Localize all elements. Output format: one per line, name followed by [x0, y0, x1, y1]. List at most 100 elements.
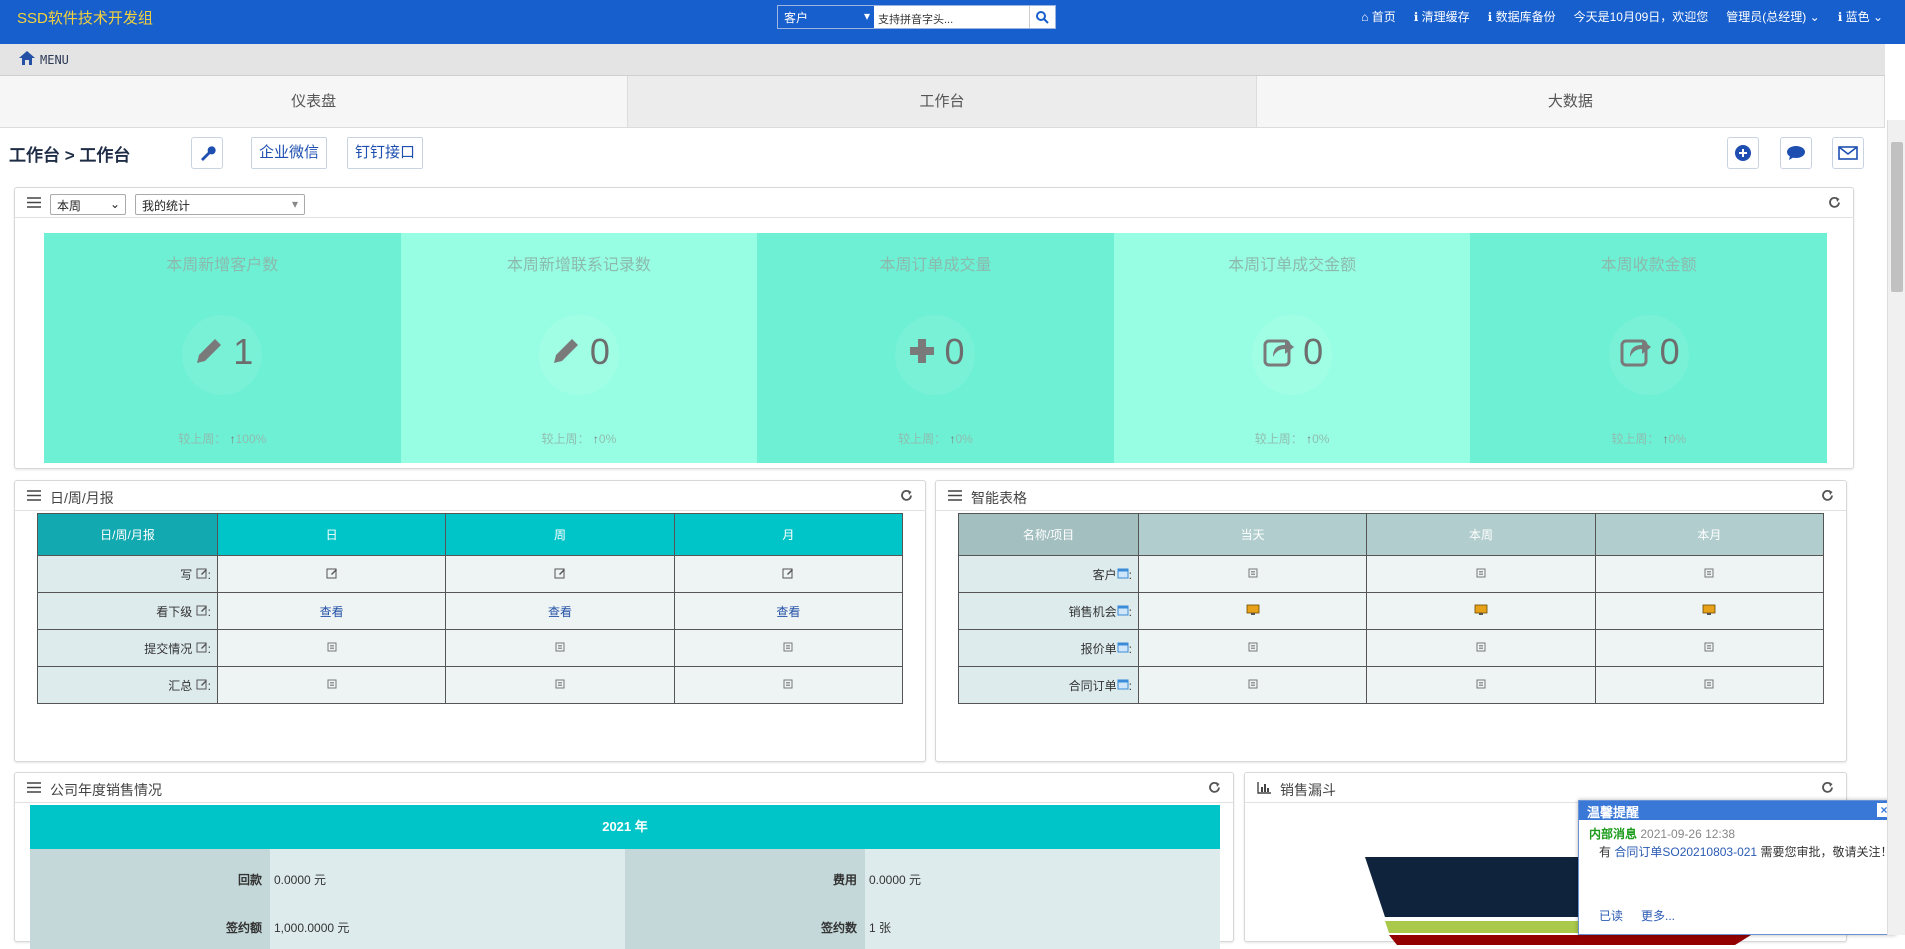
report-panel-header: 日/周/月报 — [15, 481, 925, 511]
stat-value-row: 0 — [757, 331, 1114, 373]
calendar-icon — [1117, 605, 1129, 619]
stat-value: 0 — [589, 331, 610, 372]
home-icon[interactable] — [18, 50, 36, 69]
add-button[interactable] — [1727, 137, 1759, 169]
search-type-select[interactable]: 客户 — [778, 6, 874, 28]
refresh-icon[interactable] — [900, 489, 913, 502]
stat-compare: 较上周： ↑0% — [401, 430, 758, 447]
column-header: 名称/项目 — [958, 513, 1139, 556]
menu-icon[interactable] — [948, 490, 962, 501]
stat-change: 0% — [1312, 432, 1330, 446]
document-icon[interactable] — [1704, 678, 1714, 692]
monitor-icon[interactable] — [1246, 604, 1260, 619]
menu-icon[interactable] — [27, 782, 41, 793]
stat-change: 0% — [1668, 432, 1687, 446]
edit-icon[interactable] — [782, 568, 794, 582]
refresh-icon[interactable] — [1821, 489, 1834, 502]
sales-panel: 公司年度销售情况 2021 年 回款 0.0000 元 费用 0.0000 元 … — [14, 772, 1234, 949]
column-header: 日 — [216, 513, 447, 556]
menu-icon[interactable] — [27, 490, 41, 501]
document-icon[interactable] — [783, 641, 793, 655]
home-icon: ⌂ — [1361, 10, 1372, 24]
refresh-icon[interactable] — [1821, 781, 1834, 794]
document-icon[interactable] — [1704, 567, 1714, 581]
document-icon[interactable] — [327, 678, 337, 692]
smart-panel-header: 智能表格 — [936, 481, 1846, 511]
nav-clear-cache[interactable]: ℹ 清理缓存 — [1414, 8, 1470, 25]
view-link[interactable]: 查看 — [548, 605, 572, 619]
sales-summary: 2021 年 回款 0.0000 元 费用 0.0000 元 签约额 1,000… — [30, 805, 1220, 949]
stat-title: 本周订单成交金额 — [1228, 257, 1357, 274]
caret-down-icon: ▾ — [291, 197, 298, 211]
menu-bar: MENU — [0, 44, 1885, 76]
table-cell: 查看 — [673, 592, 904, 630]
monitor-icon[interactable] — [1702, 604, 1716, 619]
stat-value-row: 0 — [401, 331, 758, 373]
refresh-icon[interactable] — [1208, 781, 1221, 794]
table-cell — [1366, 555, 1596, 593]
more-link[interactable]: 更多... — [1641, 907, 1675, 924]
sales-value: 0.0000 元 — [274, 873, 327, 887]
mail-button[interactable] — [1832, 137, 1864, 169]
row-label: 汇总 : — [37, 666, 218, 704]
mark-read-link[interactable]: 已读 — [1599, 907, 1623, 924]
settings-button[interactable] — [191, 137, 223, 169]
stat-compare-label: 较上周： — [1254, 432, 1303, 446]
view-link[interactable]: 查看 — [320, 605, 344, 619]
edit-icon[interactable] — [326, 568, 338, 582]
monitor-icon[interactable] — [1474, 604, 1488, 619]
document-icon[interactable] — [1476, 641, 1486, 655]
scrollbar-thumb[interactable] — [1891, 142, 1903, 292]
arrow-up-icon: ↑ — [226, 432, 236, 446]
table-row: 写 : — [37, 555, 904, 593]
table-cell — [445, 666, 675, 704]
nav-db-backup[interactable]: ℹ 数据库备份 — [1488, 8, 1556, 25]
document-icon[interactable] — [1248, 567, 1258, 581]
nav-home[interactable]: ⌂ 首页 — [1361, 8, 1396, 25]
refresh-icon[interactable] — [1828, 196, 1841, 209]
plus-icon — [906, 335, 938, 370]
view-link[interactable]: 查看 — [776, 605, 800, 619]
document-icon[interactable] — [555, 678, 565, 692]
page-scrollbar[interactable] — [1887, 120, 1905, 935]
period-select[interactable]: 本周 ⌄ — [50, 194, 126, 215]
document-icon[interactable] — [1476, 567, 1486, 581]
table-row: 合同订单: — [958, 666, 1825, 704]
menu-icon[interactable] — [27, 197, 41, 208]
top-bar: SSD软件技术开发组 客户 支持拼音字头... ⌂ 首页 ℹ 清理缓存 ℹ 数据… — [0, 0, 1905, 44]
pencil-icon — [548, 333, 584, 372]
document-icon[interactable] — [1248, 641, 1258, 655]
tab-bigdata[interactable]: 大数据 — [1256, 76, 1885, 127]
document-icon[interactable] — [327, 641, 337, 655]
document-icon[interactable] — [1476, 678, 1486, 692]
sales-label: 回款 — [237, 873, 262, 887]
chat-button[interactable] — [1780, 137, 1812, 169]
search-button[interactable] — [1029, 6, 1055, 28]
edit-icon[interactable] — [554, 568, 566, 582]
arrow-up-icon: ↑ — [1659, 432, 1669, 446]
notice-link[interactable]: 合同订单SO20210803-021 — [1614, 845, 1757, 859]
arrow-up-icon: ↑ — [589, 432, 599, 446]
theme-menu[interactable]: ℹ 蓝色 ⌄ — [1838, 8, 1883, 25]
table-cell: 查看 — [445, 592, 675, 630]
stat-value: 0 — [1659, 331, 1680, 372]
wechat-button[interactable]: 企业微信 — [251, 137, 328, 169]
tab-dashboard[interactable]: 仪表盘 — [0, 76, 629, 127]
document-icon[interactable] — [1248, 678, 1258, 692]
row-label: 合同订单: — [958, 666, 1139, 704]
scope-select[interactable]: 我的统计 ▾ — [135, 194, 305, 215]
document-icon[interactable] — [783, 678, 793, 692]
row-label: 客户: — [958, 555, 1139, 593]
document-icon[interactable] — [1704, 641, 1714, 655]
notice-meta: 内部消息 2021-09-26 12:38 — [1589, 825, 1735, 842]
document-icon[interactable] — [555, 641, 565, 655]
dingtalk-button[interactable]: 钉钉接口 — [347, 137, 424, 169]
row-label-text: 销售机会 — [1068, 604, 1117, 619]
notice-prefix: 有 — [1599, 845, 1612, 859]
menu-toggle[interactable]: MENU — [40, 53, 69, 67]
tab-workbench[interactable]: 工作台 — [628, 76, 1257, 127]
user-menu[interactable]: 管理员(总经理) ⌄ — [1726, 8, 1819, 25]
stats-panel: 本周 ⌄ 我的统计 ▾ 本周新增客户数 1 较上周： ↑100% 本周新增联系记录数 0 较上… — [14, 187, 1854, 469]
search-input[interactable]: 支持拼音字头... — [874, 6, 1029, 28]
check-doc-icon — [196, 642, 208, 656]
